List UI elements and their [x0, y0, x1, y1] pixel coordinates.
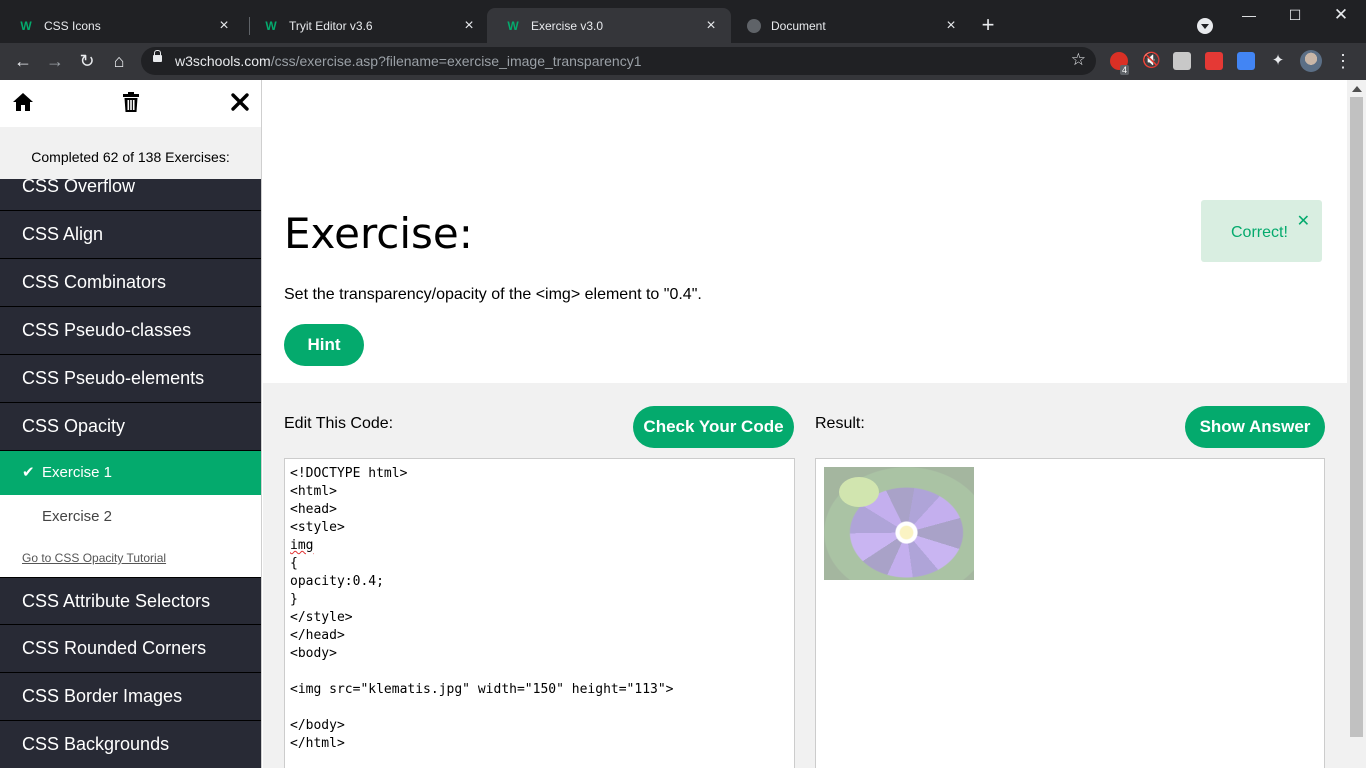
home-icon[interactable]: ⌂ — [107, 49, 131, 73]
trash-icon[interactable] — [119, 90, 143, 114]
back-icon[interactable]: ← — [11, 49, 35, 73]
close-tab-icon[interactable]: × — [461, 17, 477, 34]
toast-text: Correct! — [1231, 224, 1288, 241]
sidebar-header — [0, 80, 261, 127]
mute-icon[interactable]: 🔇 — [1142, 52, 1161, 70]
exercise-1-label: Exercise 1 — [42, 464, 113, 481]
sidebar-exercise-2[interactable]: Exercise 2 — [0, 495, 261, 539]
translate-extension-icon[interactable] — [1237, 52, 1255, 70]
progress-text: Completed 62 of 138 Exercises: — [0, 127, 261, 179]
code-line: img — [290, 537, 789, 555]
scrollbar-thumb[interactable] — [1350, 97, 1363, 737]
code-line: } — [290, 592, 298, 607]
sidebar-list: CSS Overflow CSS Align CSS Combinators C… — [0, 163, 261, 768]
tab-title: Document — [771, 18, 826, 33]
extension-badge: 4 — [1120, 65, 1130, 75]
code-line: opacity:0.4; — [290, 574, 384, 589]
extension-icon[interactable] — [1173, 52, 1191, 70]
exercise-sidebar: CSS Overflow CSS Align CSS Combinators C… — [0, 80, 262, 768]
code-line: <html> — [290, 484, 337, 499]
minimize-icon[interactable]: — — [1226, 4, 1272, 28]
code-line: { — [290, 556, 298, 571]
sidebar-item-css-border-images[interactable]: CSS Border Images — [0, 673, 261, 721]
tab-strip: W CSS Icons × W Tryit Editor v3.6 × W Ex… — [0, 0, 1366, 43]
window-close-icon[interactable]: ✕ — [1318, 4, 1364, 28]
w3schools-favicon: W — [20, 18, 32, 33]
sidebar-exercise-1[interactable]: ✔ Exercise 1 — [0, 451, 261, 495]
tutorial-link-row: Go to CSS Opacity Tutorial — [0, 539, 261, 577]
page-title: Exercise: — [284, 209, 473, 258]
result-label: Result: — [815, 415, 865, 432]
vertical-scrollbar[interactable] — [1347, 80, 1366, 768]
close-toast-icon[interactable]: ✕ — [1297, 211, 1310, 231]
maximize-icon[interactable]: ☐ — [1272, 4, 1318, 28]
sidebar-item-css-backgrounds[interactable]: CSS Backgrounds — [0, 721, 261, 768]
code-line: <style> — [290, 520, 345, 535]
sidebar-item-css-opacity[interactable]: CSS Opacity — [0, 403, 261, 451]
sidebar-item-css-align[interactable]: CSS Align — [0, 211, 261, 259]
sidebar-item-css-attribute-selectors[interactable]: CSS Attribute Selectors — [0, 577, 261, 625]
tutorial-link[interactable]: Go to CSS Opacity Tutorial — [22, 551, 166, 565]
menu-kebab-icon[interactable]: ⋮ — [1334, 49, 1352, 73]
sidebar-item-css-combinators[interactable]: CSS Combinators — [0, 259, 261, 307]
globe-icon — [747, 18, 761, 33]
close-tab-icon[interactable]: × — [703, 17, 719, 34]
tab-css-icons[interactable]: W CSS Icons × — [0, 8, 244, 43]
forward-icon[interactable]: → — [43, 49, 67, 73]
puzzle-extensions-icon[interactable]: ✦ — [1269, 52, 1287, 70]
check-code-button[interactable]: Check Your Code — [633, 406, 794, 448]
misspelled-token: img — [290, 538, 314, 553]
reload-icon[interactable]: ↻ — [75, 49, 99, 73]
checkmark-icon: ✔ — [22, 464, 35, 481]
media-extension-icon[interactable] — [1205, 52, 1223, 70]
close-tab-icon[interactable]: × — [216, 17, 232, 34]
code-line: </style> — [290, 610, 353, 625]
code-line: </html> — [290, 736, 345, 751]
result-frame — [815, 458, 1325, 768]
tab-document[interactable]: Document × — [727, 8, 971, 43]
code-line: </body> — [290, 718, 345, 733]
page-viewport: CSS Overflow CSS Align CSS Combinators C… — [0, 80, 1366, 768]
exercise-workarea: Edit This Code: Check Your Code Result: … — [263, 383, 1347, 768]
home-icon[interactable] — [11, 90, 35, 114]
lock-icon[interactable] — [153, 50, 162, 62]
result-image-klematis — [824, 467, 974, 580]
tab-tryit-editor[interactable]: W Tryit Editor v3.6 × — [245, 8, 489, 43]
tab-title: CSS Icons — [44, 18, 101, 33]
code-line: <head> — [290, 502, 337, 517]
close-icon[interactable] — [228, 90, 252, 114]
code-line: <!DOCTYPE html> — [290, 466, 408, 481]
tab-title: Exercise v3.0 — [531, 18, 604, 33]
bookmark-star-icon[interactable]: ☆ — [1071, 50, 1086, 70]
profile-avatar[interactable] — [1300, 50, 1322, 72]
sidebar-item-css-rounded-corners[interactable]: CSS Rounded Corners — [0, 625, 261, 673]
hint-button[interactable]: Hint — [284, 324, 364, 366]
w3schools-favicon: W — [265, 18, 277, 33]
tab-title: Tryit Editor v3.6 — [289, 18, 373, 33]
sidebar-item-css-pseudo-classes[interactable]: CSS Pseudo-classes — [0, 307, 261, 355]
show-answer-button[interactable]: Show Answer — [1185, 406, 1325, 448]
edit-code-label: Edit This Code: — [284, 415, 394, 432]
exercise-main: Exercise: Correct! ✕ Set the transparenc… — [263, 80, 1347, 768]
address-bar[interactable]: w3schools.com/css/exercise.asp?filename=… — [141, 47, 1096, 75]
scroll-up-arrow-icon[interactable] — [1352, 86, 1362, 92]
code-line: <img src="klematis.jpg" width="150" heig… — [290, 682, 674, 697]
close-tab-icon[interactable]: × — [943, 17, 959, 34]
browser-toolbar: ← → ↻ ⌂ w3schools.com/css/exercise.asp?f… — [0, 43, 1366, 80]
new-tab-icon[interactable]: + — [976, 14, 1000, 38]
exercise-instruction: Set the transparency/opacity of the <img… — [284, 286, 702, 303]
url-text[interactable]: w3schools.com/css/exercise.asp?filename=… — [175, 53, 642, 69]
w3schools-favicon: W — [507, 18, 519, 33]
code-line: <body> — [290, 646, 337, 661]
code-line: </head> — [290, 628, 345, 643]
tab-exercise[interactable]: W Exercise v3.0 × — [487, 8, 731, 43]
code-editor[interactable]: <!DOCTYPE html> <html> <head> <style> img { op… — [284, 458, 795, 768]
tab-search-icon[interactable] — [1197, 18, 1213, 34]
sidebar-item-css-pseudo-elements[interactable]: CSS Pseudo-elements — [0, 355, 261, 403]
correct-toast: Correct! ✕ — [1201, 200, 1322, 262]
